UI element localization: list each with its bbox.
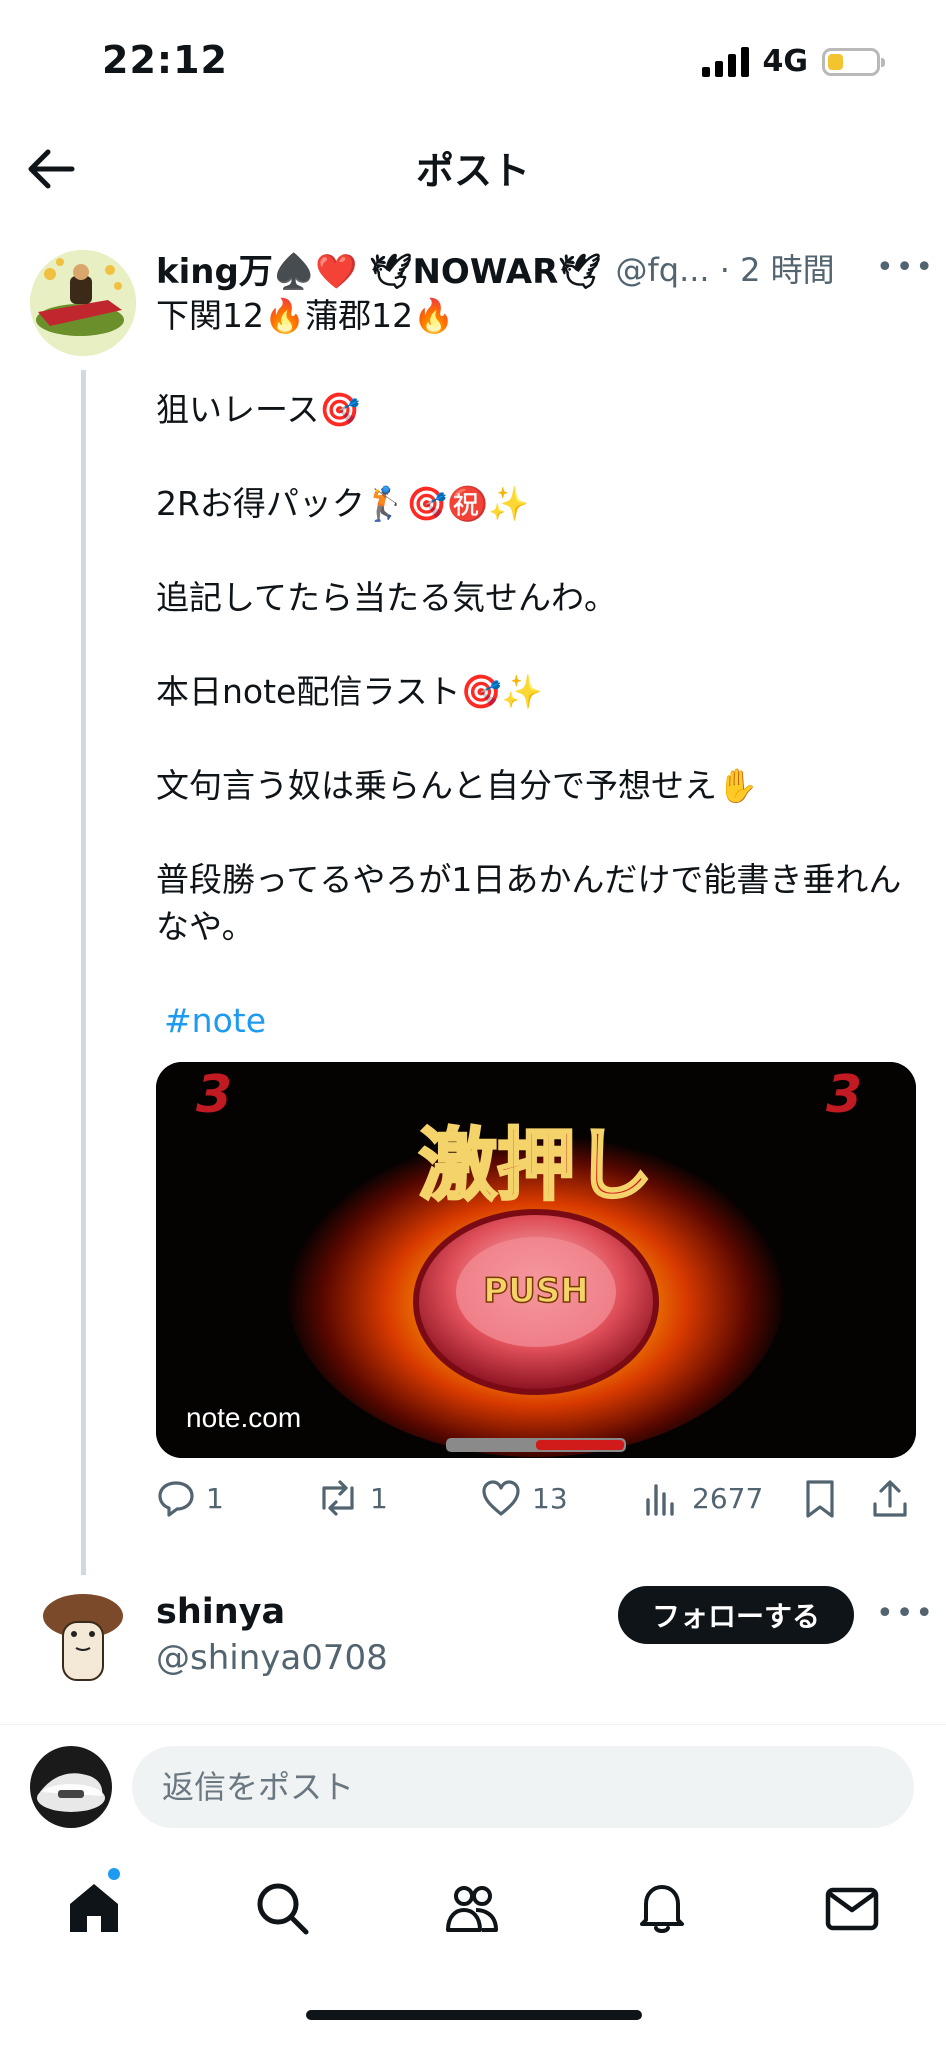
heart-icon — [482, 1480, 520, 1516]
reply-count: 1 — [206, 1481, 224, 1515]
suggested-user-avatar[interactable] — [30, 1582, 136, 1688]
share-button[interactable] — [870, 1478, 910, 1520]
card-corner-digit: 3 — [826, 1065, 862, 1125]
post-text: 下関12🔥蒲郡12🔥 狙いレース🎯 2Rお得パック🏌️🎯㊗️✨ 追記してたら当た… — [156, 292, 906, 1044]
hashtag-link[interactable]: #note — [156, 1001, 266, 1040]
network-type: 4G — [762, 44, 809, 79]
reply-input[interactable] — [132, 1746, 914, 1828]
bookmark-icon — [806, 1480, 834, 1518]
post-line: 下関12🔥蒲郡12🔥 — [156, 296, 455, 335]
post-line: 普段勝ってるやろが1日あかんだけで能書き垂れんなや。 — [156, 860, 902, 946]
card-domain: note.com — [186, 1402, 302, 1433]
post-line: 文句言う奴は乗らんと自分で予想せえ✋ — [156, 766, 759, 805]
suggested-user-name[interactable]: shinya — [156, 1592, 285, 1632]
repost-button[interactable]: 1 — [316, 1478, 388, 1518]
link-card[interactable]: PUSH 激押し 3 3 note.com — [156, 1062, 916, 1458]
home-icon — [70, 1884, 118, 1932]
home-indicator — [306, 2010, 642, 2020]
signal-icon — [701, 46, 749, 77]
repost-count: 1 — [370, 1481, 388, 1515]
mail-icon — [825, 1887, 879, 1931]
view-count: 2677 — [692, 1481, 764, 1515]
link-card-image: PUSH 激押し 3 3 — [156, 1062, 916, 1458]
nav-messages[interactable] — [822, 1878, 882, 1938]
repost-icon — [322, 1480, 354, 1516]
bookmark-button[interactable] — [802, 1478, 838, 1520]
suggested-user-handle[interactable]: @shinya0708 — [156, 1638, 388, 1678]
like-button[interactable]: 13 — [480, 1478, 568, 1518]
views-button[interactable]: 2677 — [642, 1478, 763, 1518]
reply-icon — [158, 1481, 194, 1517]
thread-line — [81, 370, 86, 1575]
notification-dot — [108, 1868, 120, 1880]
post-line: 本日note配信ラスト🎯✨ — [156, 672, 543, 711]
current-user-avatar[interactable] — [30, 1746, 112, 1828]
post-actions: 1 1 13 2677 — [156, 1472, 916, 1532]
card-corner-digit: 3 — [196, 1065, 232, 1125]
battery-icon — [822, 47, 885, 76]
bell-icon — [640, 1885, 684, 1933]
share-icon — [873, 1480, 907, 1517]
more-icon[interactable]: ••• — [876, 250, 935, 285]
author-handle-time[interactable]: @fq... · 2 時間 — [615, 245, 834, 291]
status-indicators: 4G — [701, 44, 885, 79]
post-header: king万♠️❤️ 🕊NOWAR🕊 @fq... · 2 時間 — [156, 240, 922, 296]
nav-home[interactable] — [64, 1878, 124, 1938]
status-time: 22:12 — [102, 38, 228, 82]
divider — [0, 1724, 946, 1725]
author-avatar[interactable] — [30, 250, 136, 356]
search-icon — [257, 1883, 309, 1935]
more-icon[interactable]: ••• — [876, 1596, 935, 1631]
nav-search[interactable] — [252, 1878, 312, 1938]
nav-communities[interactable] — [442, 1878, 502, 1938]
like-count: 13 — [532, 1481, 568, 1515]
post-line: 狙いレース🎯 — [156, 390, 361, 429]
author-name[interactable]: king万♠️❤️ 🕊NOWAR🕊 — [156, 244, 601, 293]
follow-button[interactable]: フォローする — [618, 1586, 854, 1644]
card-title-text: 激押し — [419, 1121, 653, 1211]
page-title: ポスト — [415, 149, 530, 193]
card-push-text: PUSH — [483, 1271, 588, 1311]
post-line: 2Rお得パック🏌️🎯㊗️✨ — [156, 484, 530, 523]
reply-button[interactable]: 1 — [156, 1478, 224, 1518]
post-line: 追記してたら当たる気せんわ。 — [156, 578, 618, 617]
nav-notifications[interactable] — [632, 1878, 692, 1938]
communities-icon — [446, 1886, 498, 1932]
views-icon — [646, 1484, 674, 1516]
